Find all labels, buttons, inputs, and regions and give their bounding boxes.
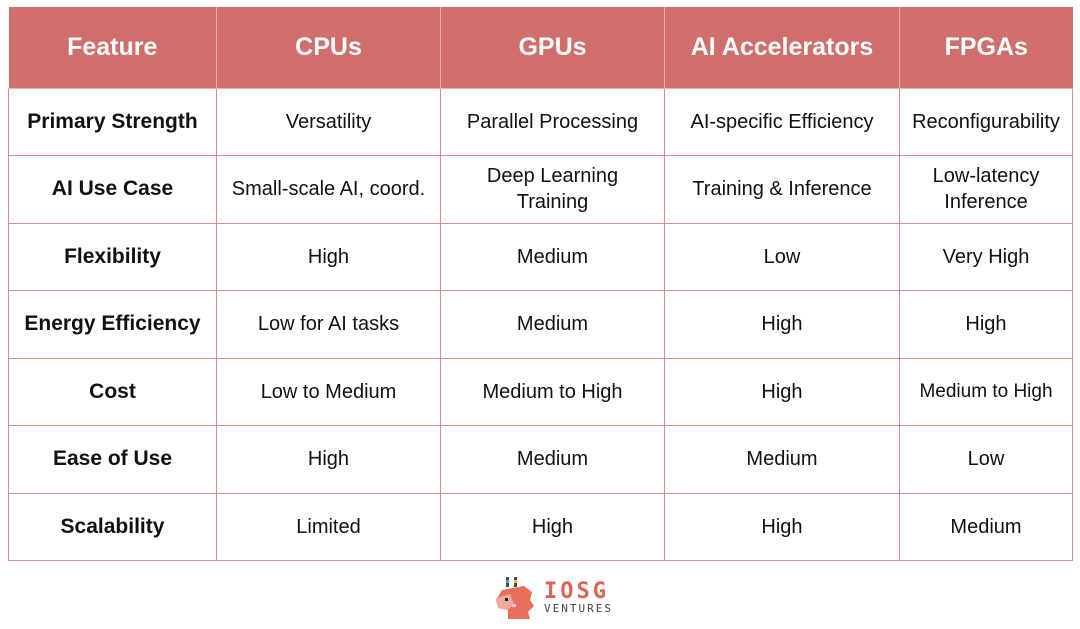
table-row: Primary Strength Versatility Parallel Pr… [8, 87, 1073, 156]
table-cell: High [216, 425, 441, 494]
table-row: Scalability Limited High High Medium [8, 492, 1073, 561]
table-cell: Medium [440, 290, 665, 359]
feature-label: Cost [8, 357, 217, 426]
table-cell: Small-scale AI, coord. [216, 155, 441, 224]
table-cell: Very High [899, 222, 1073, 291]
header-row: Feature CPUs GPUs AI Accelerators FPGAs [8, 7, 1073, 89]
feature-label: Primary Strength [8, 87, 217, 156]
table-cell: AI-specific Efficiency [664, 87, 900, 156]
table-cell: High [899, 290, 1073, 359]
table-cell: Reconfigurability [899, 87, 1073, 156]
iosg-ventures-logo: IOSG VENTURES [494, 574, 644, 622]
table-cell: High [216, 222, 441, 291]
table-cell: Low to Medium [216, 357, 441, 426]
table-cell: Medium [899, 492, 1073, 561]
feature-label: Energy Efficiency [8, 290, 217, 359]
table-cell: Medium [440, 425, 665, 494]
table-row: AI Use Case Small-scale AI, coord. Deep … [8, 155, 1073, 224]
brand-name: IOSG [544, 579, 609, 604]
table-header: Feature CPUs GPUs AI Accelerators FPGAs [8, 7, 1073, 89]
feature-label: Ease of Use [8, 425, 217, 494]
table-row: Flexibility High Medium Low Very High [8, 222, 1073, 291]
table-cell: High [664, 290, 900, 359]
table-cell: Medium to High [440, 357, 665, 426]
table-cell: Low [664, 222, 900, 291]
table-cell: Limited [216, 492, 441, 561]
table-body: Primary Strength Versatility Parallel Pr… [8, 87, 1073, 561]
table-cell: High [664, 357, 900, 426]
dragon-mascot-icon [496, 577, 534, 619]
table-cell: Versatility [216, 87, 441, 156]
header-ai-accelerators: AI Accelerators [664, 7, 900, 89]
table-cell: Medium [664, 425, 900, 494]
table-row: Cost Low to Medium Medium to High High M… [8, 357, 1073, 426]
table-cell: Training & Inference [664, 155, 900, 224]
table-cell: High [440, 492, 665, 561]
header-feature: Feature [8, 7, 217, 89]
feature-label: Flexibility [8, 222, 217, 291]
table-cell: Low-latency Inference [899, 155, 1073, 224]
table-cell: Low [899, 425, 1073, 494]
feature-label: Scalability [8, 492, 217, 561]
table-cell: Parallel Processing [440, 87, 665, 156]
header-gpus: GPUs [440, 7, 665, 89]
table-row: Energy Efficiency Low for AI tasks Mediu… [8, 290, 1073, 359]
comparison-table: Feature CPUs GPUs AI Accelerators FPGAs … [8, 7, 1073, 561]
table-cell: Low for AI tasks [216, 290, 441, 359]
table-cell: Medium [440, 222, 665, 291]
header-cpus: CPUs [216, 7, 441, 89]
brand-subtitle: VENTURES [544, 602, 613, 615]
table-cell: Deep Learning Training [440, 155, 665, 224]
table-cell: High [664, 492, 900, 561]
feature-label: AI Use Case [8, 155, 217, 224]
table-cell: Medium to High [899, 357, 1073, 426]
table-row: Ease of Use High Medium Medium Low [8, 425, 1073, 494]
header-fpgas: FPGAs [899, 7, 1073, 89]
